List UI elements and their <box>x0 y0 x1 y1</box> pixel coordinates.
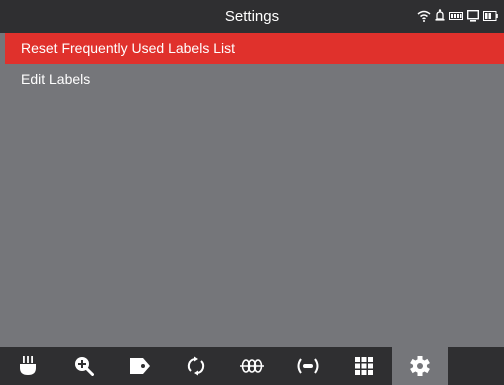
settings-menu: Reset Frequently Used Labels List Edit L… <box>5 33 504 95</box>
bell-icon <box>435 9 445 22</box>
memory-icon <box>449 11 463 21</box>
rotate-icon <box>186 356 206 376</box>
menu-item-reset-frequently-used-labels[interactable]: Reset Frequently Used Labels List <box>5 33 504 64</box>
title-bar: Settings <box>0 0 504 33</box>
settings-screen: Settings Reset Frequently Used Labels Li… <box>0 0 504 385</box>
toolbar-grid-button[interactable] <box>336 347 392 385</box>
bottom-toolbar <box>0 347 504 385</box>
gear-icon <box>409 355 431 377</box>
coil-icon <box>240 358 264 374</box>
menu-item-label: Reset Frequently Used Labels List <box>21 40 235 56</box>
menu-item-edit-labels[interactable]: Edit Labels <box>5 64 504 95</box>
toolbar-settings-button[interactable] <box>392 347 448 385</box>
monitor-icon <box>467 9 479 22</box>
toolbar-signal-button[interactable] <box>280 347 336 385</box>
zoom-in-icon <box>74 356 94 376</box>
toolbar-probe-button[interactable] <box>0 347 56 385</box>
toolbar-zoom-button[interactable] <box>56 347 112 385</box>
toolbar-rotate-button[interactable] <box>168 347 224 385</box>
menu-item-label: Edit Labels <box>21 71 91 87</box>
signal-icon <box>296 357 320 375</box>
toolbar-label-button[interactable] <box>112 347 168 385</box>
toolbar-coil-button[interactable] <box>224 347 280 385</box>
wifi-icon <box>417 10 431 22</box>
probe-icon <box>18 355 38 377</box>
battery-icon <box>483 10 498 21</box>
label-tag-icon <box>129 357 151 375</box>
status-icons <box>417 9 498 22</box>
grid-icon <box>355 357 373 375</box>
